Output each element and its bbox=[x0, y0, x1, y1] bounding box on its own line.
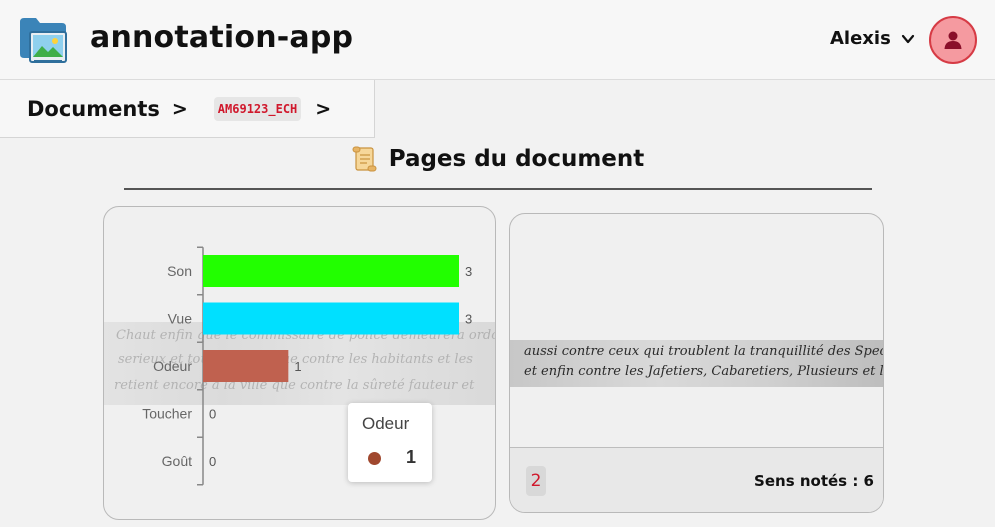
tooltip-color-dot bbox=[368, 452, 381, 465]
image-folder-icon[interactable] bbox=[18, 14, 68, 66]
tooltip-value: 1 bbox=[406, 447, 417, 467]
section-header: Pages du document bbox=[0, 145, 995, 173]
chevron-down-icon[interactable] bbox=[901, 32, 915, 46]
category-label: Odeur bbox=[153, 358, 192, 374]
bar-odeur bbox=[203, 350, 289, 382]
chart-tooltip: Odeur 1 bbox=[348, 403, 432, 482]
section-divider bbox=[124, 188, 872, 190]
category-label: Goût bbox=[162, 453, 192, 469]
scan-line: et enfin contre les Jafetiers, Cabaretie… bbox=[524, 364, 884, 379]
user-menu[interactable]: Alexis bbox=[830, 28, 915, 49]
scroll-icon bbox=[352, 146, 377, 172]
page-card[interactable]: aussi contre ceux qui troublent la tranq… bbox=[509, 213, 884, 513]
scan-line: aussi contre ceux qui troublent la tranq… bbox=[524, 344, 883, 359]
value-label: 1 bbox=[294, 359, 301, 374]
user-icon bbox=[944, 31, 962, 49]
value-label: 3 bbox=[465, 264, 472, 279]
bar-son bbox=[203, 255, 459, 287]
breadcrumb-separator: > bbox=[315, 97, 332, 120]
breadcrumb-document-id[interactable]: AM69123_ECH bbox=[213, 96, 302, 121]
section-title: Pages du document bbox=[388, 146, 645, 172]
breadcrumb: Documents > AM69123_ECH > bbox=[0, 80, 375, 138]
app-header: annotation-app Alexis bbox=[0, 0, 995, 80]
avatar[interactable] bbox=[929, 16, 977, 64]
page-scan-image: aussi contre ceux qui troublent la tranq… bbox=[510, 340, 884, 387]
user-name[interactable]: Alexis bbox=[830, 28, 891, 49]
tooltip-label: Odeur bbox=[362, 414, 410, 433]
breadcrumb-documents[interactable]: Documents bbox=[27, 97, 160, 121]
category-label: Son bbox=[167, 263, 192, 279]
app-title[interactable]: annotation-app bbox=[90, 20, 353, 55]
value-label: 0 bbox=[209, 407, 216, 422]
bar-vue bbox=[203, 302, 459, 335]
value-label: 3 bbox=[465, 312, 472, 327]
card-footer: 2 Sens notés : 6 bbox=[510, 447, 883, 512]
category-label: Toucher bbox=[142, 406, 192, 422]
page-number-badge[interactable]: 2 bbox=[526, 466, 546, 496]
senses-bar-chart: Son 3 Vue 3 Odeur 1 Toucher 0 Goût 0 bbox=[142, 246, 472, 486]
senses-count-label: Sens notés : 6 bbox=[754, 472, 874, 490]
value-label: 0 bbox=[209, 454, 216, 469]
breadcrumb-separator: > bbox=[171, 97, 188, 120]
category-label: Vue bbox=[168, 311, 193, 327]
page-card[interactable]: Chaut enfin que le commissaire de police… bbox=[103, 206, 496, 520]
